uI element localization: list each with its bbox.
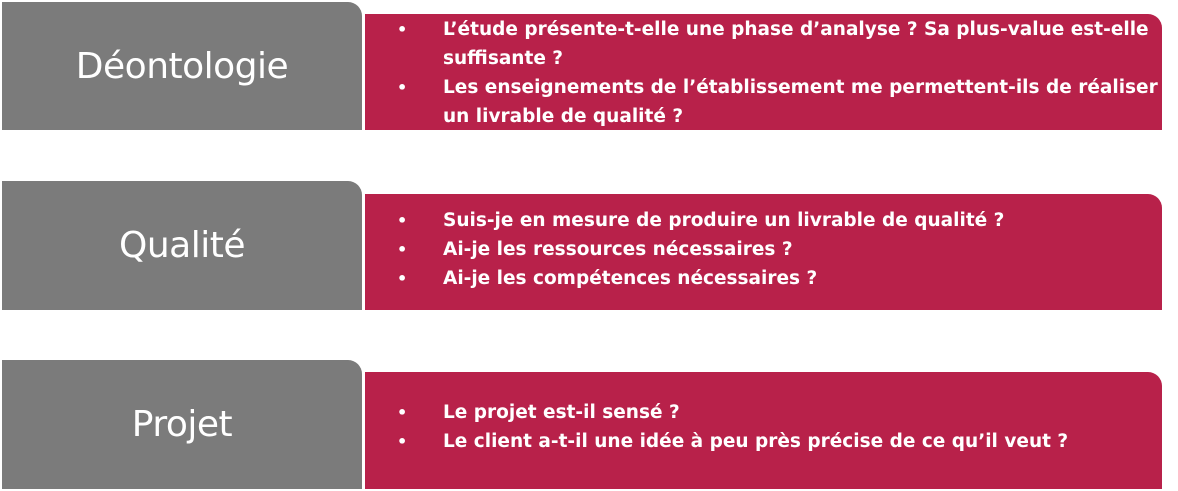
criteria-box-projet: • Le projet est-il sensé ? • Le client a… (365, 372, 1162, 489)
criteria-text: Ai-je les ressources nécessaires ? (443, 239, 793, 260)
category-label-projet: Projet (2, 360, 362, 489)
bullet-icon: • (397, 78, 408, 97)
criteria-text: Le projet est-il sensé ? (443, 402, 680, 423)
bullet-icon: • (397, 20, 408, 39)
criteria-box-deontologie: • L’étude présente-t-elle une phase d’an… (365, 14, 1162, 130)
category-label-qualite: Qualité (2, 181, 362, 310)
criteria-list: • Suis-je en mesure de produire un livra… (365, 206, 1162, 293)
list-item: • Les enseignements de l’établissement m… (365, 73, 1162, 131)
criteria-text: Les enseignements de l’établissement me … (443, 77, 1158, 127)
criteria-text: Ai-je les compétences nécessaires ? (443, 268, 818, 289)
criteria-text: Le client a-t-il une idée à peu près pré… (443, 431, 1069, 452)
list-item: • Ai-je les compétences nécessaires ? (365, 264, 1162, 293)
bullet-icon: • (397, 269, 408, 288)
criteria-box-qualite: • Suis-je en mesure de produire un livra… (365, 194, 1162, 310)
criteria-list: • L’étude présente-t-elle une phase d’an… (365, 15, 1162, 131)
criteria-text: Suis-je en mesure de produire un livrabl… (443, 210, 1005, 231)
list-item: • Le projet est-il sensé ? (365, 398, 1162, 427)
list-item: • Ai-je les ressources nécessaires ? (365, 235, 1162, 264)
bullet-icon: • (397, 211, 408, 230)
list-item: • Le client a-t-il une idée à peu près p… (365, 427, 1162, 456)
criteria-list: • Le projet est-il sensé ? • Le client a… (365, 398, 1162, 456)
list-item: • L’étude présente-t-elle une phase d’an… (365, 15, 1162, 73)
bullet-icon: • (397, 240, 408, 259)
list-item: • Suis-je en mesure de produire un livra… (365, 206, 1162, 235)
category-label-deontologie: Déontologie (2, 2, 362, 130)
bullet-icon: • (397, 403, 408, 422)
bullet-icon: • (397, 432, 408, 451)
criteria-text: L’étude présente-t-elle une phase d’anal… (443, 19, 1149, 69)
